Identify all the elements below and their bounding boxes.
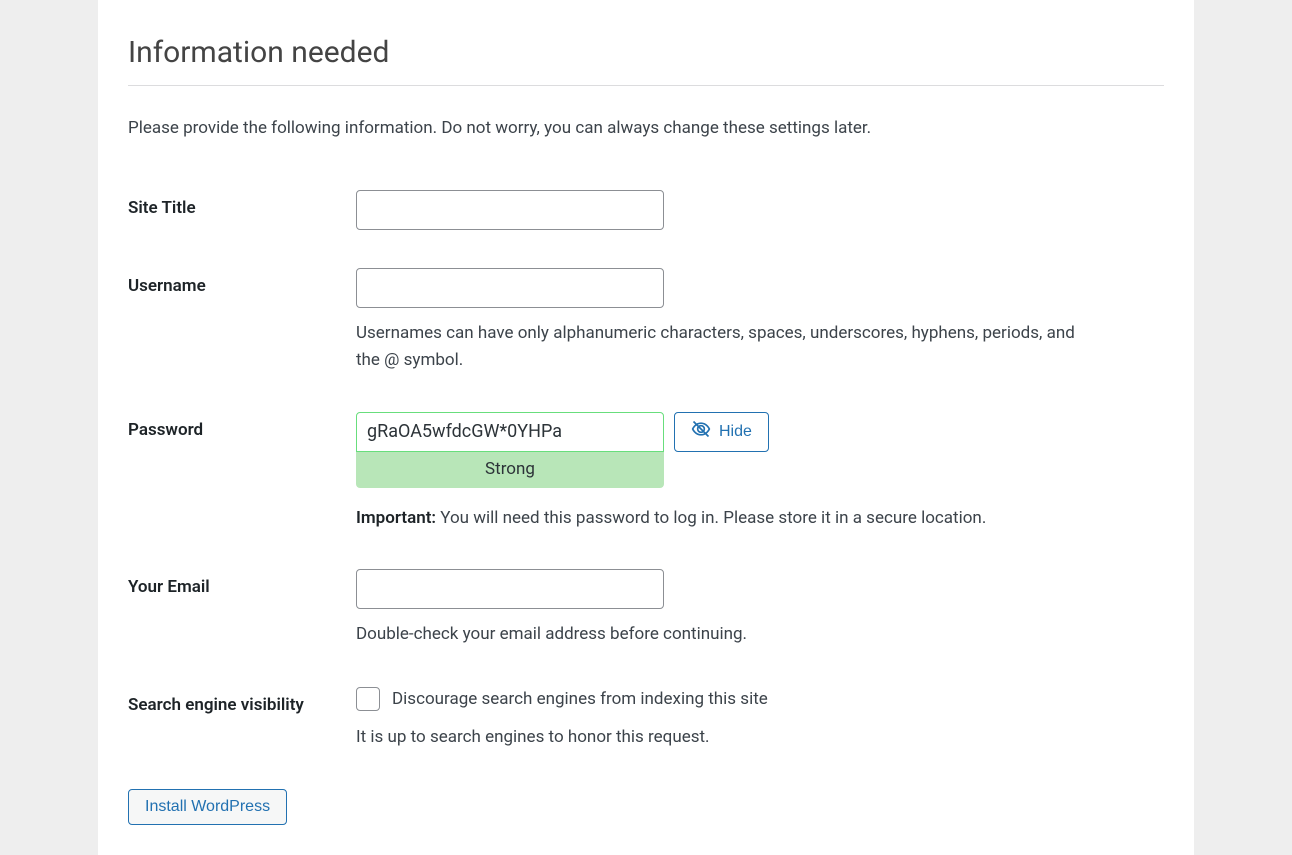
search-visibility-checkbox[interactable] xyxy=(356,687,380,711)
install-wordpress-button[interactable]: Install WordPress xyxy=(128,789,287,825)
password-important: Important: You will need this password t… xyxy=(356,506,1164,532)
eye-slash-icon xyxy=(691,419,711,444)
username-input[interactable] xyxy=(356,268,664,308)
email-input[interactable] xyxy=(356,569,664,609)
password-input[interactable] xyxy=(356,412,664,452)
site-title-input[interactable] xyxy=(356,190,664,230)
search-visibility-label: Search engine visibility xyxy=(128,679,356,782)
site-title-label: Site Title xyxy=(128,182,356,260)
password-strength: Strong xyxy=(356,452,664,488)
search-visibility-checkbox-label: Discourage search engines from indexing … xyxy=(392,687,768,713)
password-important-label: Important: xyxy=(356,508,436,528)
username-help: Usernames can have only alphanumeric cha… xyxy=(356,320,1096,374)
search-visibility-help: It is up to search engines to honor this… xyxy=(356,724,1096,751)
email-label: Your Email xyxy=(128,561,356,678)
hide-password-button[interactable]: Hide xyxy=(674,412,769,452)
password-label: Password xyxy=(128,404,356,562)
divider xyxy=(128,85,1164,86)
page-heading: Information needed xyxy=(128,30,1164,75)
hide-button-label: Hide xyxy=(719,423,752,441)
email-help: Double-check your email address before c… xyxy=(356,621,1096,648)
intro-text: Please provide the following information… xyxy=(128,116,1164,142)
password-important-text: You will need this password to log in. P… xyxy=(436,508,986,528)
username-label: Username xyxy=(128,260,356,404)
